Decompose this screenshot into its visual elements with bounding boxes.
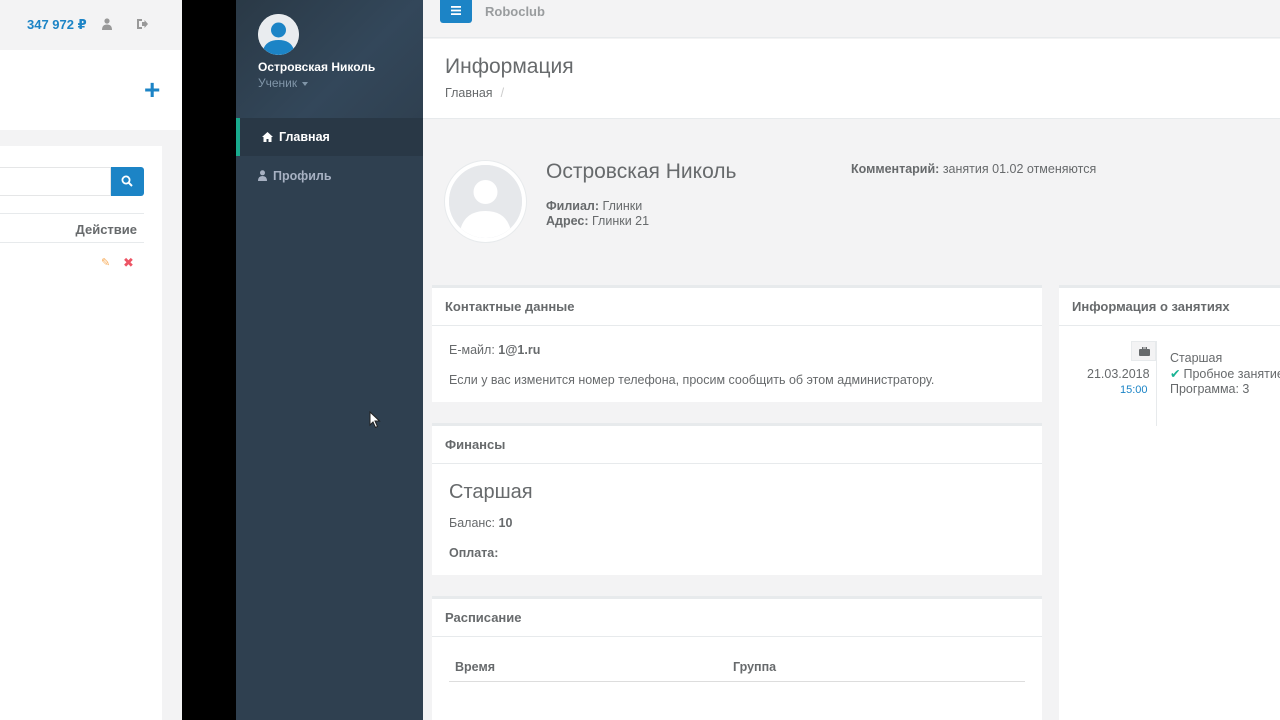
contacts-panel-header: Контактные данные <box>432 288 1042 326</box>
user-icon[interactable] <box>102 18 114 32</box>
payment-line: Оплата: <box>449 546 498 560</box>
balance-label: Баланс: <box>449 516 496 530</box>
email-line: Е-майл: 1@1.ru <box>449 343 540 357</box>
schedule-title: Расписание <box>445 610 522 625</box>
group-column-header: Группа <box>733 660 777 674</box>
background-app: 347 972 ₽ + Действие ✎ ✖ <box>0 0 182 720</box>
student-name: Островская Николь <box>546 160 737 183</box>
lesson-time: 15:00 <box>1120 384 1148 396</box>
page-title: Информация <box>445 55 574 78</box>
balance-value: 10 <box>498 516 513 530</box>
user-icon <box>258 170 270 182</box>
add-icon[interactable]: + <box>144 76 162 104</box>
action-column-header: Действие <box>75 222 137 237</box>
email-label: Е-майл: <box>449 343 495 357</box>
email-value: 1@1.ru <box>498 343 541 357</box>
balance-line: Баланс: 10 <box>449 516 512 530</box>
finance-panel: Финансы Старшая Баланс: 10 Оплата: <box>432 423 1042 575</box>
lessons-panel-header: Информация о занятиях <box>1059 288 1280 326</box>
bg-search-input[interactable] <box>0 167 111 196</box>
breadcrumb-home[interactable]: Главная <box>445 86 493 100</box>
timeline-line <box>1156 341 1157 426</box>
lesson-group: Старшая <box>1170 351 1223 365</box>
schedule-panel: Расписание Время Группа <box>432 596 1042 720</box>
time-column-header: Время <box>455 660 495 674</box>
page-heading: Информация Главная / <box>423 39 1280 119</box>
home-icon <box>262 131 274 143</box>
lesson-program: Программа: 3 <box>1170 382 1250 396</box>
lessons-title: Информация о занятиях <box>1072 299 1230 314</box>
logout-icon[interactable] <box>136 18 148 32</box>
address-label: Адрес: <box>546 214 589 228</box>
sidebar-item-home[interactable]: Главная <box>236 118 423 156</box>
contacts-panel: Контактные данные Е-майл: 1@1.ru Если у … <box>432 285 1042 402</box>
student-comment: Комментарий: занятия 01.02 отменяются <box>851 162 1096 176</box>
bg-topbar: 347 972 ₽ <box>0 0 182 50</box>
finance-title: Финансы <box>445 437 506 452</box>
student-branch: Филиал: Глинки <box>546 199 642 213</box>
comment-label: Комментарий: <box>851 162 940 176</box>
sidebar-item-profile[interactable]: Профиль <box>236 157 423 195</box>
payment-label: Оплата: <box>449 546 499 560</box>
student-address: Адрес: Глинки 21 <box>546 214 649 228</box>
comment-value: занятия 01.02 отменяются <box>942 162 1097 176</box>
brand-link[interactable]: Roboclub <box>485 4 545 19</box>
schedule-panel-header: Расписание <box>432 599 1042 637</box>
edit-icon[interactable]: ✎ <box>101 256 110 269</box>
sidebar-item-label: Профиль <box>273 169 332 183</box>
sidebar-user-role-dropdown[interactable]: Ученик <box>258 76 309 90</box>
mouse-cursor-icon <box>369 410 381 432</box>
sidebar-item-label: Главная <box>279 130 330 144</box>
sidebar-user-name: Островская Николь <box>258 60 376 74</box>
briefcase-icon <box>1131 341 1156 361</box>
finance-group: Старшая <box>449 481 533 503</box>
hamburger-icon <box>451 6 461 15</box>
lesson-date: 21.03.2018 <box>1087 367 1150 381</box>
table-header-divider <box>449 681 1025 682</box>
check-icon: ✔ <box>1170 367 1181 381</box>
caret-down-icon <box>302 81 309 86</box>
bg-balance: 347 972 ₽ <box>27 17 87 32</box>
search-button[interactable] <box>111 167 144 196</box>
bg-table-header: Действие <box>0 213 144 243</box>
lesson-type-label: Пробное занятие <box>1183 367 1280 381</box>
sidebar-profile: Островская Николь Ученик <box>236 0 423 118</box>
breadcrumb-separator: / <box>500 86 505 100</box>
student-avatar <box>445 161 526 242</box>
sidebar-user-role: Ученик <box>258 76 298 90</box>
finance-panel-header: Финансы <box>432 426 1042 464</box>
branch-label: Филиал: <box>546 199 600 213</box>
breadcrumb: Главная / <box>445 86 504 100</box>
topbar: Roboclub <box>423 0 1280 38</box>
avatar[interactable] <box>258 14 299 55</box>
lesson-type: ✔ Пробное занятие <box>1170 366 1280 381</box>
window-gap <box>182 0 236 720</box>
address-value: Глинки 21 <box>591 214 650 228</box>
delete-icon[interactable]: ✖ <box>123 255 134 271</box>
lessons-panel: Информация о занятиях 21.03.2018 15:00 С… <box>1059 285 1280 720</box>
contacts-title: Контактные данные <box>445 299 575 314</box>
main-content: Roboclub Информация Главная / Островская … <box>423 0 1280 720</box>
sidebar: Островская Николь Ученик Главная Профиль <box>236 0 423 720</box>
branch-value: Глинки <box>602 199 643 213</box>
search-icon <box>121 175 133 187</box>
contacts-note: Если у вас изменится номер телефона, про… <box>449 373 935 387</box>
menu-toggle-button[interactable] <box>440 0 472 23</box>
